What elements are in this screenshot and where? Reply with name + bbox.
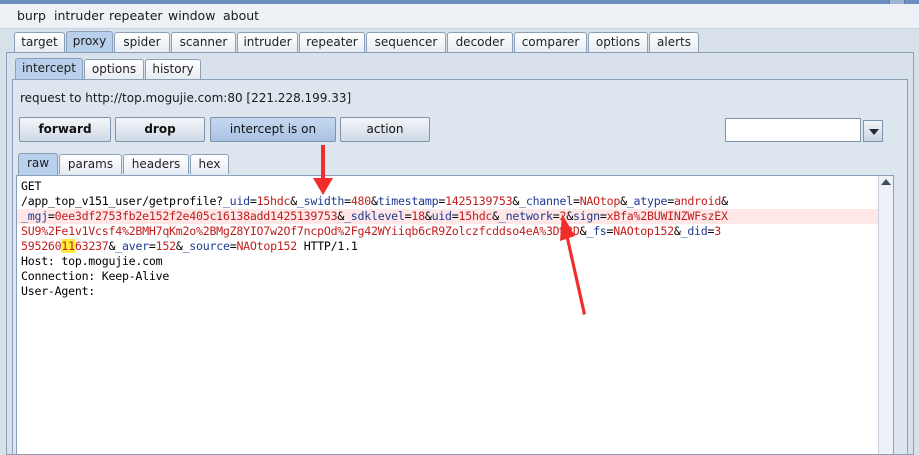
param-value: 15hdc	[458, 209, 493, 223]
param-separator: &	[175, 239, 183, 253]
tab-hex[interactable]: hex	[190, 154, 229, 174]
tab-repeater[interactable]: repeater	[299, 32, 365, 52]
header-user-agent: User-Agent:	[21, 284, 96, 298]
param-name: _sdklevel	[344, 209, 405, 223]
menu-about[interactable]: about	[223, 8, 259, 23]
param-separator: &	[290, 194, 297, 208]
request-protocol: HTTP/1.1	[297, 239, 358, 253]
menu-burp[interactable]: burp	[17, 8, 46, 23]
param-value: 152	[155, 239, 176, 253]
request-line-2: _mgj=0ee3df2753fb2e152f2e405c16138add142…	[17, 209, 893, 224]
param-name: _atype	[626, 194, 668, 208]
param-separator: &	[721, 194, 728, 208]
param-name: _channel	[519, 194, 573, 208]
param-separator: &	[424, 209, 432, 223]
tab-options[interactable]: options	[588, 32, 648, 52]
tab-params[interactable]: params	[59, 154, 122, 174]
scroll-up-icon[interactable]	[881, 179, 891, 185]
param-equals: =	[344, 194, 351, 208]
view-tab-bar: raw params headers hex	[0, 153, 919, 175]
param-equals: =	[667, 194, 674, 208]
menu-window[interactable]: window	[168, 8, 215, 23]
request-method: GET	[21, 179, 42, 193]
tab-headers[interactable]: headers	[123, 154, 189, 174]
param-name: _swidth	[296, 194, 345, 208]
param-equals: =	[572, 194, 580, 208]
request-line-1: /app_top_v151_user/getprofile?_uid=15hdc…	[21, 194, 728, 209]
param-separator: &	[492, 209, 499, 223]
param-value: NAOtop	[579, 194, 621, 208]
tab-target[interactable]: target	[14, 32, 65, 52]
tab-proxy-options[interactable]: options	[84, 59, 144, 79]
header-connection: Connection: Keep-Alive	[21, 269, 170, 283]
param-name: sign	[572, 209, 600, 223]
param-equals: =	[148, 239, 156, 253]
param-name: _did	[680, 224, 708, 238]
request-info: request to http://top.mogujie.com:80 [22…	[20, 91, 352, 105]
param-equals: =	[47, 209, 55, 223]
param-value: SU9%2Fe1v1Vcsf4%2BMH7qKm2o%2BMgZ8YIO7w2O…	[21, 224, 479, 238]
drop-button[interactable]: drop	[115, 117, 205, 142]
param-value: NAOtop152	[613, 224, 674, 238]
param-name: _aver	[115, 239, 149, 253]
param-equals: =	[249, 194, 257, 208]
param-separator: &	[566, 209, 573, 223]
action-button[interactable]: action	[340, 117, 430, 142]
menu-intruder[interactable]: intruder	[54, 8, 104, 23]
tab-scanner[interactable]: scanner	[171, 32, 236, 52]
tab-comparer[interactable]: comparer	[514, 32, 587, 52]
combo-input[interactable]	[725, 118, 861, 142]
request-editor[interactable]: GET /app_top_v151_user/getprofile?_uid=1…	[16, 175, 894, 455]
param-name: _source	[182, 239, 230, 253]
param-separator: &	[371, 194, 378, 208]
param-value: 18	[411, 209, 425, 223]
param-separator: &	[673, 224, 681, 238]
tab-proxy[interactable]: proxy	[66, 31, 113, 53]
header-host: Host: top.mogujie.com	[21, 254, 163, 268]
param-equals: =	[451, 209, 459, 223]
param-value: 15hdc	[256, 194, 291, 208]
proxy-tab-bar: intercept options history	[0, 58, 919, 80]
param-value: 0ee3df2753fb2e152f2e405c16138add14251397…	[54, 209, 338, 223]
param-name: _network	[498, 209, 553, 223]
param-separator: &	[620, 194, 627, 208]
param-value: 1425139753	[445, 194, 513, 208]
menu-bar: burp intruder repeater window about	[0, 4, 919, 29]
param-equals: =	[599, 209, 607, 223]
request-line-4: 5952601163237&_aver=152&_source=NAOtop15…	[21, 239, 358, 254]
tab-alerts[interactable]: alerts	[649, 32, 699, 52]
param-value: 3	[714, 224, 721, 238]
tab-raw[interactable]: raw	[18, 153, 58, 175]
request-line-3: SU9%2Fe1v1Vcsf4%2BMH7qKm2o%2BMgZ8YIO7w2O…	[21, 224, 721, 239]
param-value: xBfa%2BUWINZWFszEX	[606, 209, 728, 223]
param-value: android	[673, 194, 722, 208]
forward-button[interactable]: forward	[19, 117, 111, 142]
intercept-toggle-button[interactable]: intercept is on	[210, 117, 336, 142]
param-value: 480	[350, 194, 372, 208]
param-name: _uid	[222, 194, 250, 208]
tab-intercept[interactable]: intercept	[15, 58, 83, 80]
param-name: _mgj	[21, 209, 48, 223]
tab-decoder[interactable]: decoder	[447, 32, 513, 52]
tab-history[interactable]: history	[145, 59, 201, 79]
param-value: 595260	[21, 239, 62, 253]
menu-repeater[interactable]: repeater	[109, 8, 163, 23]
param-value: 63237	[74, 239, 109, 253]
tab-intruder[interactable]: intruder	[237, 32, 298, 52]
param-name: _fs	[586, 224, 607, 238]
param-name: uid	[431, 209, 452, 223]
request-path: /app_top_v151_user/getprofile?	[21, 194, 223, 208]
editor-scrollbar[interactable]	[878, 176, 893, 454]
param-value: fcddso4eA%3D%3D	[478, 224, 580, 238]
tab-spider[interactable]: spider	[114, 32, 170, 52]
main-tab-bar: target proxy spider scanner intruder rep…	[0, 31, 919, 53]
highlighted-text: 11	[61, 239, 75, 253]
param-value: NAOtop152	[236, 239, 298, 253]
chevron-down-icon[interactable]	[863, 120, 883, 142]
param-name: timestamp	[377, 194, 439, 208]
tab-sequencer[interactable]: sequencer	[366, 32, 446, 52]
